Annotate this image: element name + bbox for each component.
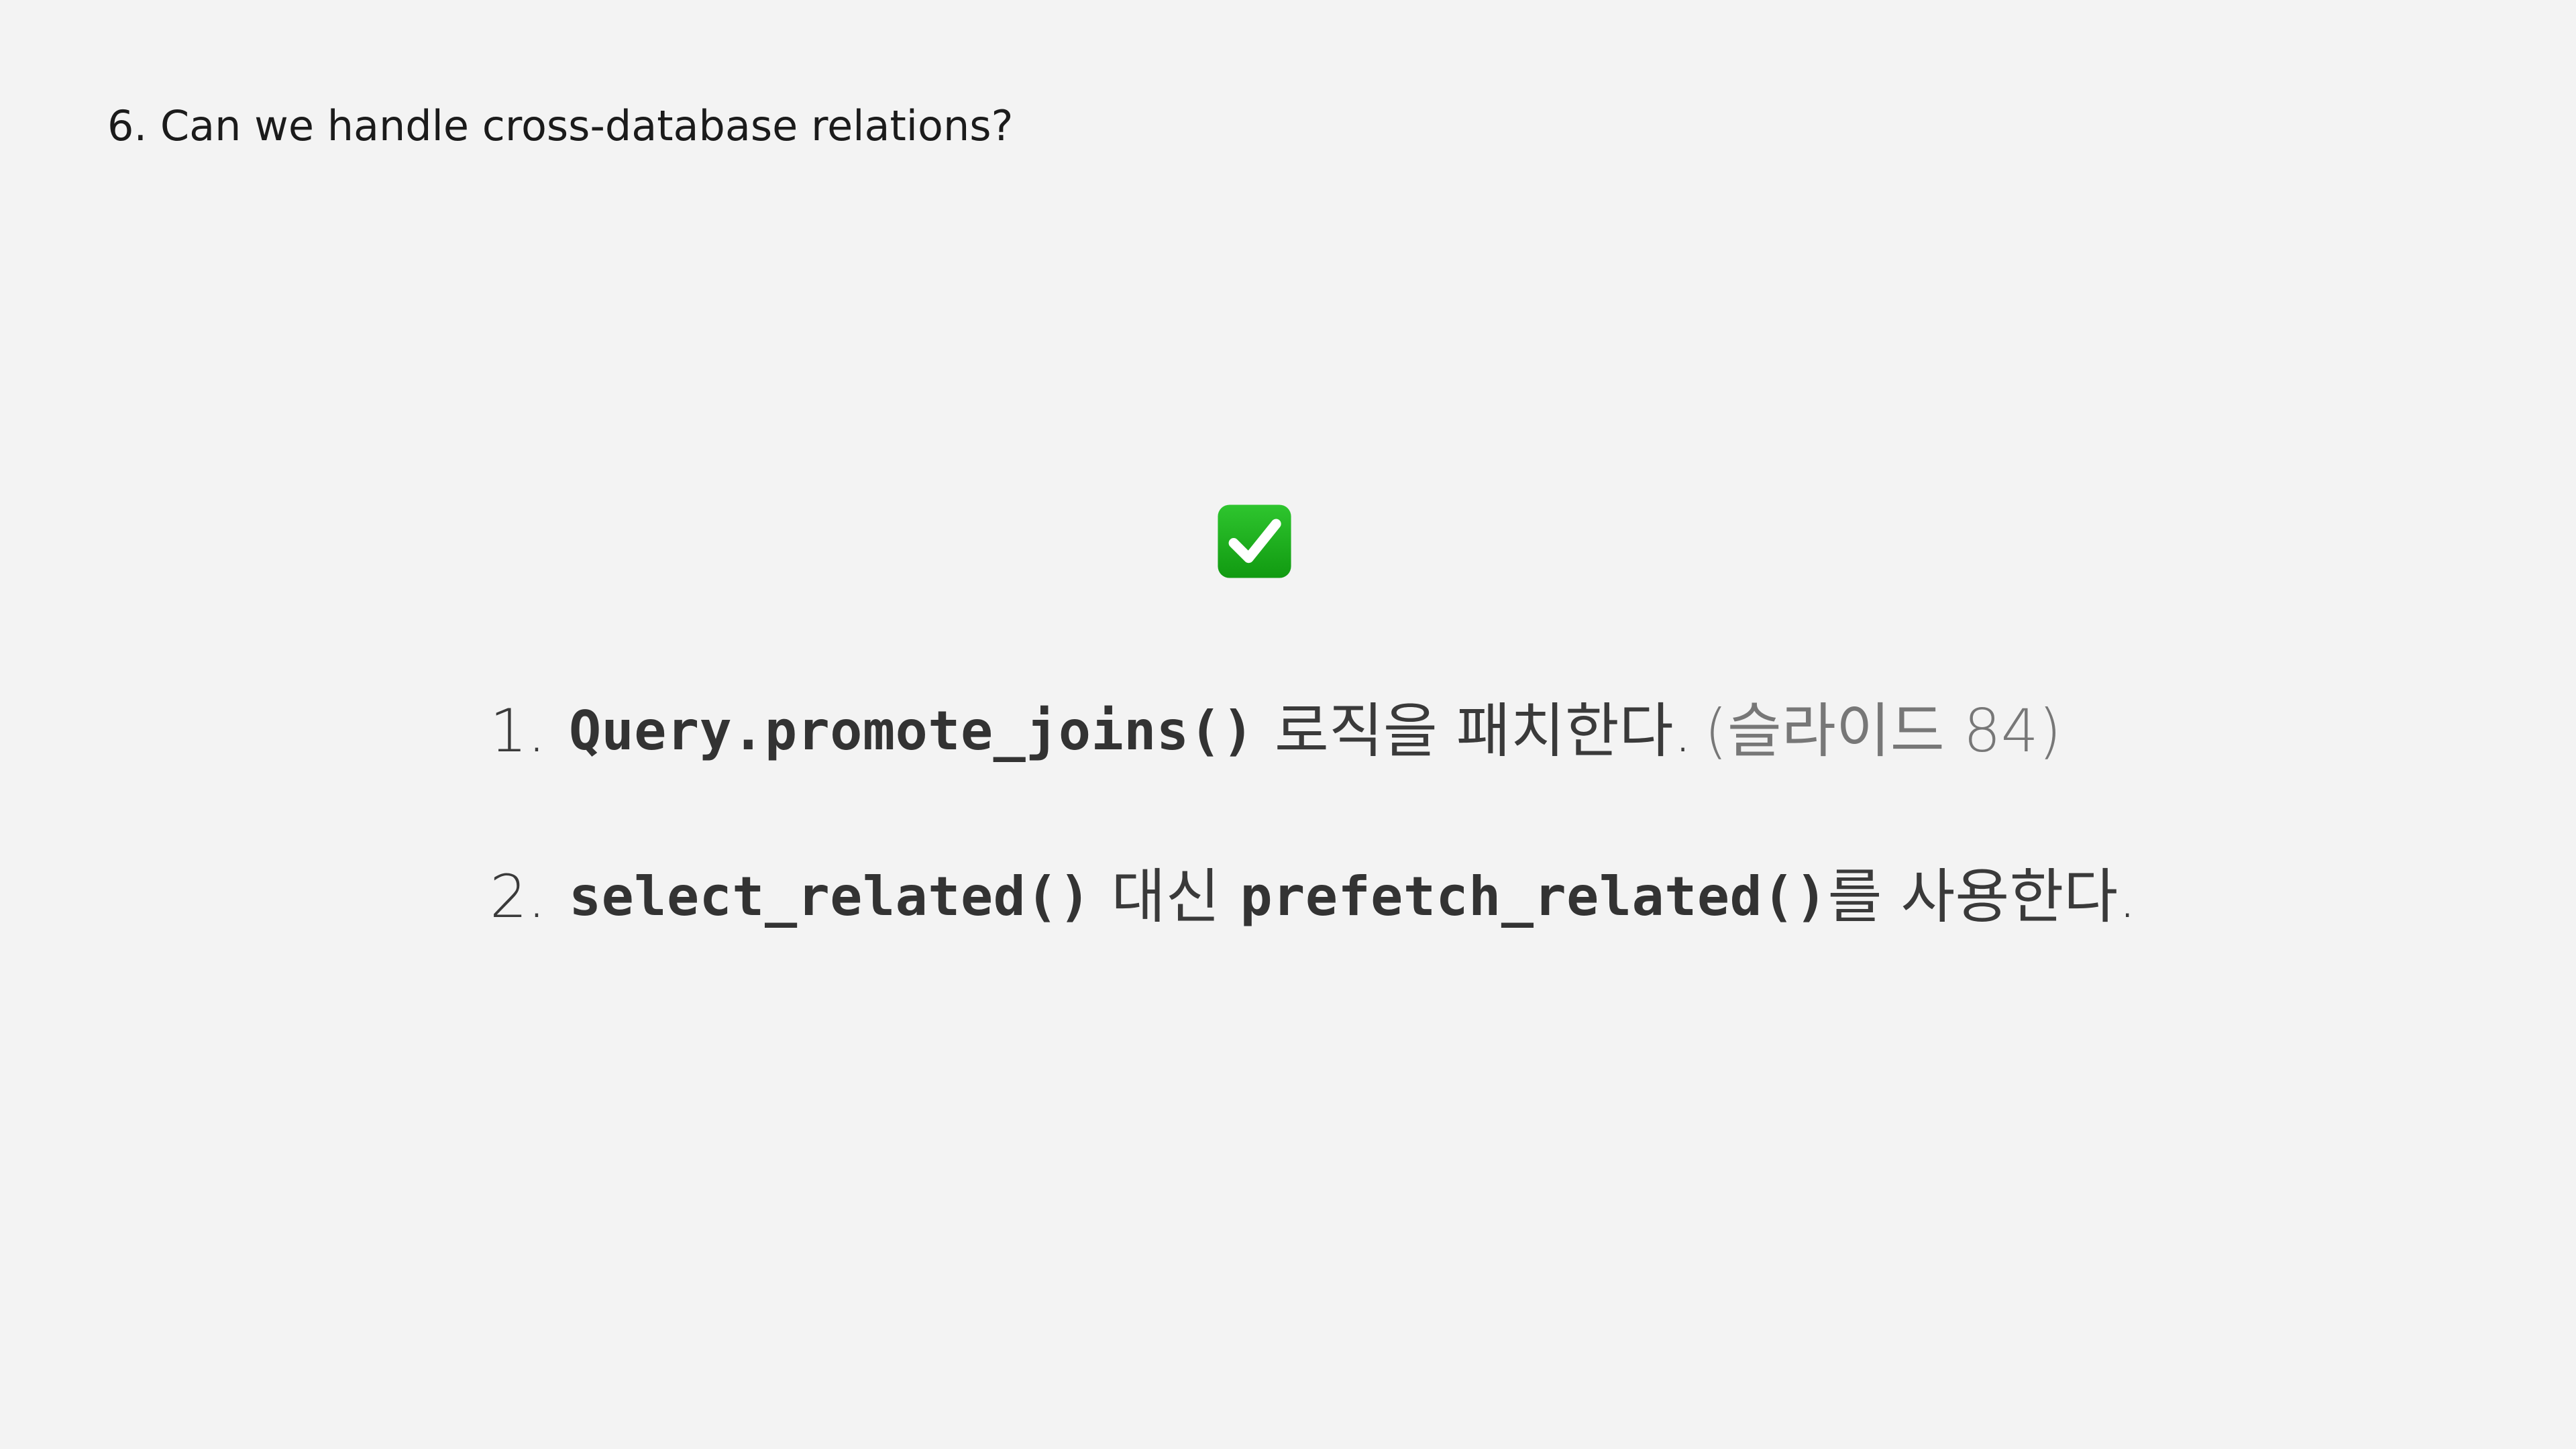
code-snippet: select_related() bbox=[568, 865, 1091, 928]
slide-title: 6. Can we handle cross-database relation… bbox=[107, 101, 1014, 150]
item-text: 로직을 패치한다. bbox=[1274, 696, 1693, 765]
item-number: 1. bbox=[490, 696, 546, 765]
item-text: 를 사용한다. bbox=[1827, 862, 2137, 931]
item-number: 2. bbox=[490, 862, 546, 931]
item-note: (슬라이드 84) bbox=[1704, 696, 2062, 765]
code-snippet: prefetch_related() bbox=[1240, 865, 1828, 928]
content-item: 1. Query.promote_joins() 로직을 패치한다. (슬라이드… bbox=[490, 691, 2061, 771]
code-snippet: Query.promote_joins() bbox=[568, 700, 1254, 762]
content-item: 2. select_related() 대신 prefetch_related(… bbox=[490, 857, 2137, 937]
check-mark-icon bbox=[1213, 500, 1296, 583]
item-text: 대신 bbox=[1111, 862, 1220, 931]
